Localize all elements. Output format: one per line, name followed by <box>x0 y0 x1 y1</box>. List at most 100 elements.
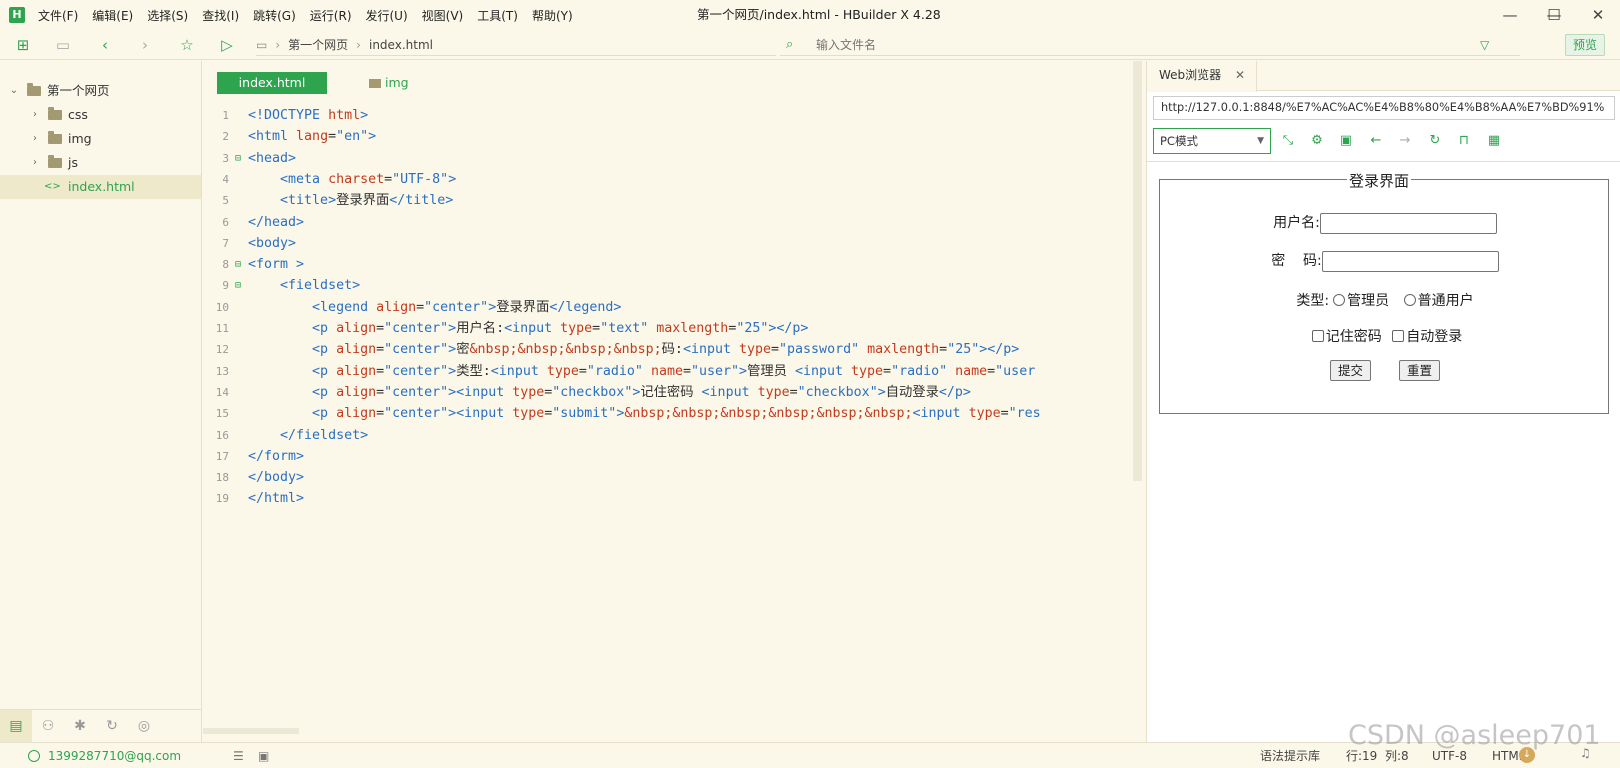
chevron-down-icon[interactable]: ⌄ <box>8 79 20 103</box>
project-manager-icon[interactable]: ▤ <box>0 710 32 742</box>
binoculars-icon[interactable]: ⚇ <box>32 710 64 742</box>
code-line[interactable]: 4 <meta charset="UTF-8"> <box>203 169 1136 191</box>
menu-edit[interactable]: 编辑(E) <box>92 7 133 24</box>
menu-goto[interactable]: 跳转(G) <box>253 7 296 24</box>
tree-item-img[interactable]: › img <box>0 127 201 151</box>
code-line[interactable]: 9 ⊟ <fieldset> <box>203 275 1136 297</box>
menu-help[interactable]: 帮助(Y) <box>532 7 573 24</box>
bell-icon[interactable]: ♫ <box>1580 746 1591 760</box>
list-icon[interactable]: ☰ <box>233 743 244 768</box>
code-line[interactable]: 10 <legend align="center">登录界面</legend> <box>203 297 1136 319</box>
menu-file[interactable]: 文件(F) <box>38 7 78 24</box>
checkbox-auto-login[interactable] <box>1392 330 1405 342</box>
code-area[interactable]: 1 <!DOCTYPE html> 2 <html lang="en"> 3 ⊟ <head… <box>203 105 1136 705</box>
tree-item-index-html[interactable]: <> index.html <box>0 175 201 199</box>
maximize-button[interactable]: ☐ <box>1532 0 1576 30</box>
file-search[interactable]: ⌕ ▽ <box>780 34 1520 56</box>
forward-icon[interactable]: › <box>134 34 156 56</box>
breadcrumb-project[interactable]: 第一个网页 <box>288 34 348 56</box>
code-token: > <box>360 108 369 123</box>
menu-publish[interactable]: 发行(U) <box>366 7 408 24</box>
password-input[interactable] <box>1321 250 1499 272</box>
code-line[interactable]: 3 ⊟ <head> <box>203 148 1136 170</box>
tree-item-js[interactable]: › js <box>0 151 201 175</box>
new-file-icon[interactable]: ⊞ <box>12 34 34 56</box>
tree-project-root[interactable]: ⌄ 第一个网页 <box>0 79 201 103</box>
star-icon[interactable]: ☆ <box>176 34 198 56</box>
username-input[interactable] <box>1319 212 1497 234</box>
code-line[interactable]: 8 ⊟ <form > <box>203 254 1136 276</box>
syntax-hint[interactable]: 语法提示库 <box>1260 743 1320 768</box>
menu-tools[interactable]: 工具(T) <box>477 7 518 24</box>
submit-button[interactable]: 提交 <box>1329 360 1371 381</box>
bug-icon[interactable]: ✱ <box>64 710 96 742</box>
gear-icon[interactable]: ⚙ <box>1306 128 1328 154</box>
code-token: = <box>682 363 691 379</box>
code-line[interactable]: 1 <!DOCTYPE html> <box>203 105 1136 127</box>
editor-vertical-scrollbar[interactable] <box>1133 61 1142 481</box>
tab-index-html[interactable]: index.html <box>217 72 327 94</box>
code-line[interactable]: 18 </body> <box>203 467 1136 489</box>
menu-run[interactable]: 运行(R) <box>310 7 352 24</box>
forward-arrow-icon[interactable]: → <box>1394 128 1416 154</box>
close-icon[interactable]: ✕ <box>1235 61 1245 89</box>
code-line[interactable]: 13 <p align="center">类型:<input type="rad… <box>203 361 1136 383</box>
menu-find[interactable]: 查找(I) <box>202 7 239 24</box>
code-line[interactable]: 16 </fieldset> <box>203 425 1136 447</box>
file-search-input[interactable] <box>816 35 1416 55</box>
line-number: 19 <box>215 492 229 506</box>
tree-item-css[interactable]: › css <box>0 103 201 127</box>
code-line[interactable]: 17 </form> <box>203 446 1136 468</box>
code-line[interactable]: 5 <title>登录界面</title> <box>203 190 1136 212</box>
reset-button[interactable]: 重置 <box>1399 360 1441 381</box>
terminal-icon[interactable]: ▣ <box>258 743 269 768</box>
back-arrow-icon[interactable]: ← <box>1365 128 1387 154</box>
fold-toggle-icon[interactable]: ⊟ <box>233 148 243 170</box>
code-line[interactable]: 12 <p align="center">密&nbsp;&nbsp;&nbsp;… <box>203 339 1136 361</box>
path-bar[interactable]: ▭ › 第一个网页 › index.html <box>256 34 776 56</box>
code-line[interactable]: 19 </html> <box>203 488 1136 510</box>
lock-icon[interactable]: ⊓ <box>1453 128 1475 154</box>
menu-view[interactable]: 视图(V) <box>422 7 464 24</box>
code-line[interactable]: 11 <p align="center">用户名:<input type="te… <box>203 318 1136 340</box>
chevron-right-icon[interactable]: › <box>29 151 41 175</box>
url-bar[interactable]: http://127.0.0.1:8848/%E7%AC%AC%E4%B8%80… <box>1153 96 1615 120</box>
save-icon[interactable]: ▭ <box>52 34 74 56</box>
chevron-right-icon[interactable]: › <box>29 103 41 127</box>
app-logo: H <box>9 7 25 23</box>
download-icon[interactable]: ↓ <box>1519 747 1535 763</box>
minimize-button-visible[interactable]: — <box>1488 0 1532 30</box>
code-line[interactable]: 14 <p align="center"><input type="checkb… <box>203 382 1136 404</box>
qrcode-icon[interactable]: ▦ <box>1483 128 1505 154</box>
menu-select[interactable]: 选择(S) <box>147 7 188 24</box>
breadcrumb-file[interactable]: index.html <box>369 34 433 56</box>
resize-icon[interactable]: ⤡ <box>1277 128 1299 154</box>
browser-tab[interactable]: Web浏览器 ✕ <box>1147 61 1257 92</box>
reload-icon[interactable]: ↻ <box>1424 128 1446 154</box>
sidebar-tabs: ▤ ⚇ ✱ ↻ ◎ <box>0 709 202 742</box>
filter-icon[interactable]: ▽ <box>1480 34 1489 56</box>
run-icon[interactable]: ▷ <box>216 34 238 56</box>
console-icon[interactable]: ▣ <box>1335 128 1357 154</box>
radio-user[interactable] <box>1403 294 1416 306</box>
chevron-right-icon[interactable]: › <box>29 127 41 151</box>
close-button[interactable]: ✕ <box>1576 0 1620 30</box>
editor-horizontal-scrollbar[interactable] <box>203 728 299 734</box>
code-line[interactable]: 7 <body> <box>203 233 1136 255</box>
code-line[interactable]: 15 <p align="center"><input type="submit… <box>203 403 1136 425</box>
checkbox-remember[interactable] <box>1311 330 1324 342</box>
code-line[interactable]: 2 <html lang="en"> <box>203 126 1136 148</box>
refresh-icon[interactable]: ↻ <box>96 710 128 742</box>
radio-admin[interactable] <box>1333 294 1346 306</box>
code-token: = <box>578 363 587 379</box>
preview-button[interactable]: 预览 <box>1565 34 1605 56</box>
back-icon[interactable]: ‹ <box>94 34 116 56</box>
tab-img[interactable]: img <box>369 72 409 94</box>
fold-toggle-icon[interactable]: ⊟ <box>233 275 243 297</box>
fold-toggle-icon[interactable]: ⊟ <box>233 254 243 276</box>
code-line[interactable]: 6 </head> <box>203 212 1136 234</box>
divider <box>1147 161 1620 162</box>
globe-icon[interactable]: ◎ <box>128 710 160 742</box>
mode-select[interactable]: PC模式 ▼ <box>1153 128 1271 154</box>
